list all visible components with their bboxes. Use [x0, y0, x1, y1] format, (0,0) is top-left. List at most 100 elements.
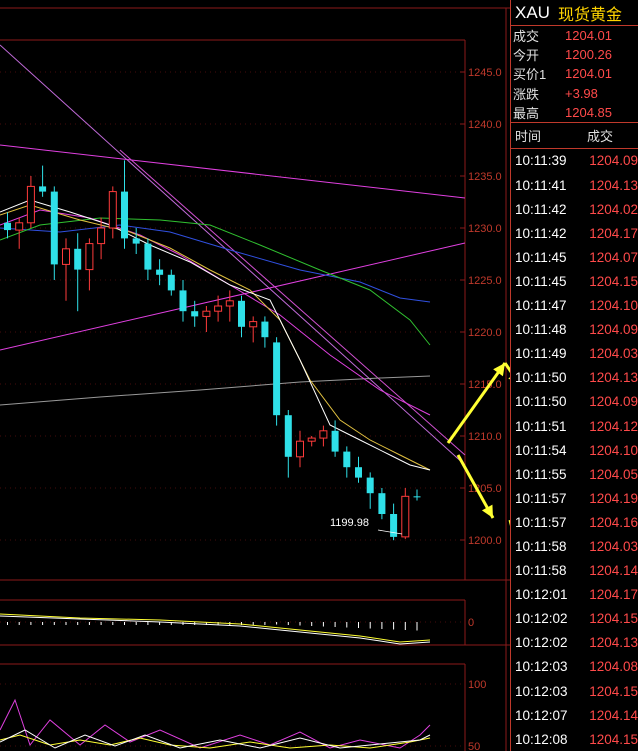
- tick-price: 1204.03: [589, 538, 638, 554]
- quote-row: 买价1 1204.01: [511, 64, 638, 83]
- candle-body-down: [4, 222, 11, 231]
- candle-body-up: [307, 437, 316, 442]
- price-tick-label: 1235.0: [468, 171, 502, 183]
- tick-time: 10:11:47: [515, 298, 567, 314]
- tick-price: 1204.13: [589, 177, 638, 193]
- tick-row: 10:11:45 1204.15: [511, 269, 638, 293]
- tick-row: 10:11:48 1204.09: [511, 318, 638, 342]
- tick-time: 10:12:01: [515, 587, 568, 603]
- tick-row: 10:11:42 1204.17: [511, 221, 638, 245]
- tick-row: 10:12:03 1204.08: [511, 655, 638, 679]
- tick-time: 10:11:54: [515, 442, 567, 458]
- quote-value: 1204.01: [565, 28, 612, 44]
- tick-price: 1204.15: [589, 611, 638, 627]
- tick-price: 1204.03: [589, 346, 638, 362]
- candle-body-down: [191, 311, 199, 317]
- candle-body-up: [85, 243, 94, 271]
- tick-time: 10:11:57: [515, 514, 567, 530]
- tick-row: 10:12:03 1204.15: [511, 679, 638, 703]
- candle-body-down: [261, 321, 269, 338]
- tick-time: 10:12:07: [515, 707, 568, 723]
- candle-body-up: [401, 495, 410, 538]
- quote-summary: 成交 1204.01 今开 1200.26 买价1 1204.01 涨跌 +3.98 最高 120…: [511, 26, 638, 123]
- tick-time: 10:12:08: [515, 731, 568, 747]
- tick-row: 10:12:02 1204.15: [511, 607, 638, 631]
- quote-label: 成交: [513, 29, 540, 45]
- candle-body-down: [366, 477, 374, 494]
- tick-row: 10:11:58 1204.03: [511, 534, 638, 558]
- tick-price: 1204.19: [589, 490, 638, 506]
- candle-body-down: [343, 451, 351, 468]
- tick-row: 10:11:39 1204.09: [511, 149, 638, 173]
- tick-price: 1204.09: [589, 394, 638, 410]
- candle-body-up: [62, 248, 70, 265]
- tick-price: 1204.08: [589, 659, 638, 675]
- tick-price: 1204.05: [589, 466, 638, 482]
- tick-row: 10:12:02 1204.13: [511, 631, 638, 655]
- price-tick-label: 1210.0: [468, 431, 502, 443]
- price-tick-label: 1245.0: [468, 67, 502, 79]
- tick-price: 1204.10: [589, 298, 638, 314]
- tick-price: 1204.02: [589, 201, 638, 217]
- candle-body-up: [97, 227, 106, 245]
- tick-row: 10:12:08 1204.15: [511, 727, 638, 751]
- candle-body-down: [121, 191, 128, 239]
- candle-body-up: [214, 305, 223, 312]
- price-tick-label: 1225.0: [468, 275, 502, 287]
- candle-body-down: [179, 290, 187, 312]
- tick-price: 1204.09: [589, 153, 638, 169]
- quote-panel: XAU 现货黄金 成交 1204.01 今开 1200.26 买价1 1204.01 涨跌 +…: [510, 0, 638, 751]
- candle-body-down: [284, 415, 292, 457]
- candle-body-down: [413, 496, 421, 498]
- tick-price: 1204.13: [589, 370, 638, 386]
- symbol-name: 现货黄金: [557, 6, 622, 24]
- tick-row: 10:11:55 1204.05: [511, 462, 638, 486]
- kline-chart-canvas[interactable]: 1245.01240.01235.01230.01225.01220.01215…: [0, 0, 510, 751]
- tick-time: 10:11:42: [515, 201, 567, 217]
- tick-time: 10:11:51: [515, 418, 567, 434]
- candle-body-down: [355, 467, 362, 478]
- tick-price: 1204.15: [589, 731, 638, 747]
- tick-price: 1204.14: [589, 563, 638, 579]
- tick-price: 1204.14: [589, 707, 638, 723]
- tick-price: 1204.17: [589, 587, 638, 603]
- candle-body-down: [50, 191, 58, 265]
- tick-row: 10:11:57 1204.19: [511, 486, 638, 510]
- ticks-time-header: 时间: [515, 128, 542, 144]
- tick-price: 1204.10: [589, 442, 638, 458]
- tick-row: 10:11:49 1204.03: [511, 342, 638, 366]
- tick-row: 10:12:01 1204.17: [511, 583, 638, 607]
- candle-body-up: [15, 222, 24, 231]
- low-annotation-line: [377, 529, 403, 535]
- tick-time: 10:11:45: [515, 249, 567, 265]
- quote-value: 1204.85: [565, 104, 612, 120]
- tick-row: 10:11:54 1204.10: [511, 438, 638, 462]
- tick-time: 10:11:49: [515, 346, 567, 362]
- tick-time: 10:11:50: [515, 394, 567, 410]
- tick-price: 1204.17: [589, 225, 638, 241]
- tick-time: 10:11:42: [515, 225, 567, 241]
- tick-time: 10:12:02: [515, 611, 568, 627]
- quote-label: 最高: [513, 105, 540, 121]
- quote-label: 买价1: [513, 67, 547, 83]
- candle-body-down: [273, 342, 281, 416]
- tick-row: 10:11:51 1204.12: [511, 414, 638, 438]
- tick-time: 10:12:03: [515, 683, 568, 699]
- candle-body-down: [390, 514, 398, 537]
- tick-time: 10:11:58: [515, 563, 567, 579]
- quote-row: 成交 1204.01: [511, 26, 638, 45]
- tick-time: 10:11:55: [515, 466, 567, 482]
- kline-chart[interactable]: 1245.0 1240.0 1235.0 1230.0 1225.0 1220.0 1215…: [0, 0, 510, 751]
- candle-body-up: [26, 185, 35, 224]
- quote-label: 今开: [513, 48, 540, 64]
- tick-time: 10:11:45: [515, 273, 567, 289]
- ma-30: [0, 217, 431, 346]
- candle-body-down: [331, 430, 339, 452]
- candle-body-down: [39, 186, 47, 192]
- kdj-axis-label: 100: [468, 679, 486, 691]
- tick-row: 10:11:58 1204.14: [511, 559, 638, 583]
- tick-list[interactable]: 10:11:39 1204.09 10:11:41 1204.13 10:11:42 12…: [511, 149, 638, 751]
- candle-body-down: [378, 493, 386, 514]
- low-annotation: 1199.98: [330, 517, 369, 529]
- tick-time: 10:11:50: [515, 370, 567, 386]
